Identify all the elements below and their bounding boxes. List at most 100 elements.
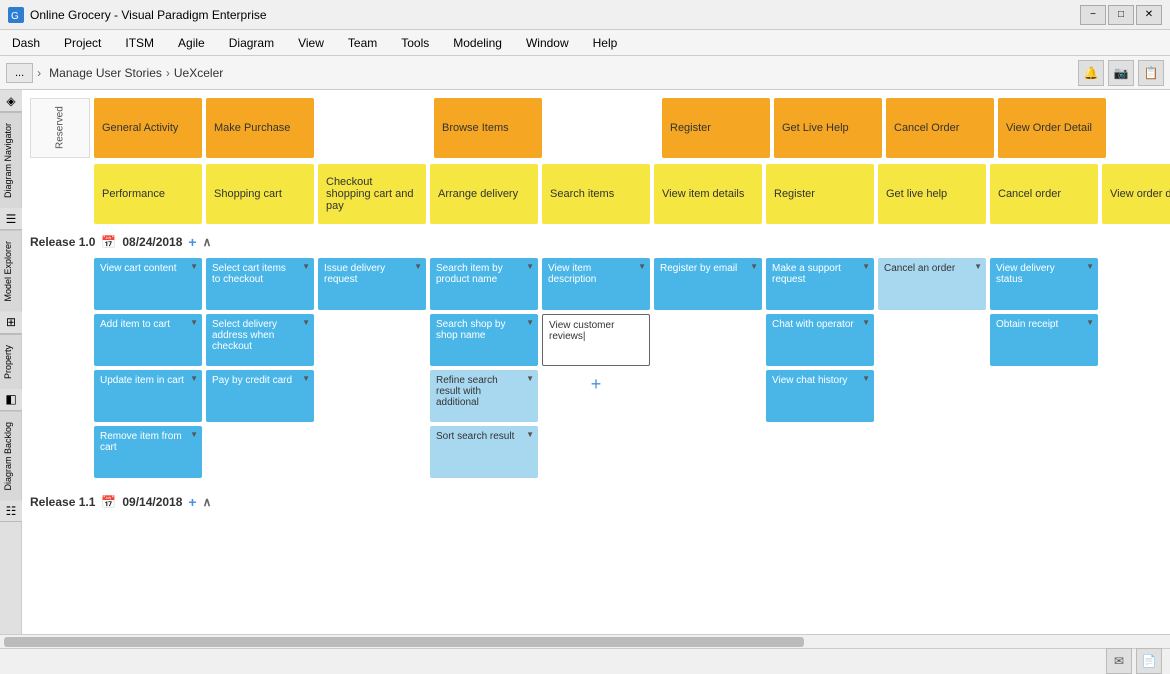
dropdown-arrow[interactable]: ▼ [526, 318, 534, 327]
dropdown-arrow[interactable]: ▼ [750, 262, 758, 271]
menu-dash[interactable]: Dash [0, 32, 52, 54]
release-2-collapse-btn[interactable]: ∧ [203, 495, 212, 509]
epic-view-order-detail[interactable]: View Order Detail [998, 98, 1106, 158]
doc-icon[interactable]: 📄 [1136, 648, 1162, 674]
dropdown-arrow[interactable]: ▼ [862, 374, 870, 383]
menu-project[interactable]: Project [52, 32, 113, 54]
dropdown-arrow[interactable]: ▼ [302, 318, 310, 327]
story-view-item-description[interactable]: ▼ View item description [542, 258, 650, 310]
menu-tools[interactable]: Tools [389, 32, 441, 54]
sidebar-property[interactable]: Property [0, 334, 21, 389]
story-cancel-order[interactable]: ▼ Cancel an order [878, 258, 986, 310]
menu-window[interactable]: Window [514, 32, 581, 54]
horizontal-scrollbar[interactable] [0, 634, 1170, 648]
story-add-item-cart[interactable]: ▼ Add item to cart [94, 314, 202, 366]
epic-row-orange: Reserved General Activity Make Purchase … [30, 98, 1162, 158]
story-select-delivery-address[interactable]: ▼ Select delivery address when checkout [206, 314, 314, 366]
story-issue-delivery[interactable]: ▼ Issue delivery request [318, 258, 426, 310]
sidebar-icon-1[interactable]: ◈ [0, 90, 22, 112]
dropdown-arrow[interactable]: ▼ [862, 262, 870, 271]
story-view-customer-reviews[interactable]: View customer reviews [542, 314, 650, 366]
sidebar-icon-2[interactable]: ☰ [0, 208, 22, 230]
story-make-support[interactable]: ▼ Make a support request [766, 258, 874, 310]
sidebar-model-explorer[interactable]: Model Explorer [0, 230, 21, 312]
epic-cancel-order[interactable]: Cancel Order [886, 98, 994, 158]
feature-cancel-order[interactable]: Cancel order [990, 164, 1098, 224]
sidebar-icon-5[interactable]: ☷ [0, 500, 22, 522]
sidebar-diagram-backlog[interactable]: Diagram Backlog [0, 411, 21, 501]
maximize-btn[interactable]: □ [1108, 5, 1134, 25]
dropdown-arrow[interactable]: ▼ [526, 430, 534, 439]
story-sort-search[interactable]: ▼ Sort search result [430, 426, 538, 478]
dropdown-arrow[interactable]: ▼ [526, 262, 534, 271]
feature-get-live-help[interactable]: Get live help [878, 164, 986, 224]
story-view-chat-history[interactable]: ▼ View chat history [766, 370, 874, 422]
menu-team[interactable]: Team [336, 32, 389, 54]
back-button[interactable]: ... [6, 63, 33, 83]
close-btn[interactable]: ✕ [1136, 5, 1162, 25]
story-select-cart-items[interactable]: ▼ Select cart items to checkout [206, 258, 314, 310]
add-story-btn-view-item[interactable]: + [542, 370, 650, 399]
sidebar-diagram-navigator[interactable]: Diagram Navigator [0, 112, 21, 208]
story-remove-item-cart[interactable]: ▼ Remove item from cart [94, 426, 202, 478]
story-register-email[interactable]: ▼ Register by email [654, 258, 762, 310]
menu-diagram[interactable]: Diagram [217, 32, 286, 54]
epic-general-activity[interactable]: General Activity [94, 98, 202, 158]
release-1-add-btn[interactable]: + [188, 234, 196, 250]
story-search-shop[interactable]: ▼ Search shop by shop name [430, 314, 538, 366]
feature-register[interactable]: Register [766, 164, 874, 224]
layout-btn[interactable]: 📋 [1138, 60, 1164, 86]
story-view-cart-content[interactable]: ▼ View cart content [94, 258, 202, 310]
menu-agile[interactable]: Agile [166, 32, 217, 54]
main-layout: ◈ Diagram Navigator ☰ Model Explorer ⊞ P… [0, 90, 1170, 634]
feature-arrange-delivery[interactable]: Arrange delivery [430, 164, 538, 224]
story-search-product[interactable]: ▼ Search item by product name [430, 258, 538, 310]
menu-help[interactable]: Help [581, 32, 630, 54]
dropdown-arrow[interactable]: ▼ [526, 374, 534, 383]
epic-make-purchase[interactable]: Make Purchase [206, 98, 314, 158]
epic-register[interactable]: Register [662, 98, 770, 158]
sidebar-icon-3[interactable]: ⊞ [0, 312, 22, 334]
feature-shopping-cart[interactable]: Shopping cart [206, 164, 314, 224]
dropdown-arrow[interactable]: ▼ [1086, 262, 1094, 271]
release-2-add-btn[interactable]: + [188, 494, 196, 510]
dropdown-arrow[interactable]: ▼ [302, 374, 310, 383]
sidebar-icon-4[interactable]: ◧ [0, 389, 22, 411]
story-view-delivery-status[interactable]: ▼ View delivery status [990, 258, 1098, 310]
breadcrumb-uexceler[interactable]: UeXceler [174, 66, 223, 80]
menu-view[interactable]: View [286, 32, 336, 54]
dropdown-arrow[interactable]: ▼ [862, 318, 870, 327]
dropdown-arrow[interactable]: ▼ [414, 262, 422, 271]
dropdown-arrow[interactable]: ▼ [190, 374, 198, 383]
dropdown-arrow[interactable]: ▼ [190, 318, 198, 327]
story-pay-credit-card[interactable]: ▼ Pay by credit card [206, 370, 314, 422]
feature-search-items[interactable]: Search items [542, 164, 650, 224]
epic-get-live-help[interactable]: Get Live Help [774, 98, 882, 158]
minimize-btn[interactable]: − [1080, 5, 1106, 25]
feature-view-item-details[interactable]: View item details [654, 164, 762, 224]
dropdown-arrow[interactable]: ▼ [190, 430, 198, 439]
release-1-collapse-btn[interactable]: ∧ [203, 235, 212, 249]
menu-itsm[interactable]: ITSM [113, 32, 166, 54]
feature-checkout[interactable]: Checkout shopping cart and pay [318, 164, 426, 224]
notification-btn[interactable]: 🔔 [1078, 60, 1104, 86]
feature-performance[interactable]: Performance [94, 164, 202, 224]
camera-btn[interactable]: 📷 [1108, 60, 1134, 86]
story-refine-search[interactable]: ▼ Refine search result with additional [430, 370, 538, 422]
menu-modeling[interactable]: Modeling [441, 32, 514, 54]
feature-view-order-detail[interactable]: View order detail [1102, 164, 1170, 224]
epic-browse-items[interactable]: Browse Items [434, 98, 542, 158]
dropdown-arrow[interactable]: ▼ [1086, 318, 1094, 327]
email-icon[interactable]: ✉ [1106, 648, 1132, 674]
feature-row-yellow: Performance Shopping cart Checkout shopp… [30, 164, 1162, 224]
dropdown-arrow[interactable]: ▼ [302, 262, 310, 271]
dropdown-arrow[interactable]: ▼ [638, 262, 646, 271]
dropdown-arrow[interactable]: ▼ [190, 262, 198, 271]
scrollbar-thumb[interactable] [4, 637, 804, 647]
dropdown-arrow[interactable]: ▼ [974, 262, 982, 271]
story-update-item-cart[interactable]: ▼ Update item in cart [94, 370, 202, 422]
breadcrumb-manage-user-stories[interactable]: Manage User Stories [49, 66, 162, 80]
toolbar: ... › Manage User Stories › UeXceler 🔔 📷… [0, 56, 1170, 90]
story-chat-operator[interactable]: ▼ Chat with operator [766, 314, 874, 366]
story-obtain-receipt[interactable]: ▼ Obtain receipt [990, 314, 1098, 366]
